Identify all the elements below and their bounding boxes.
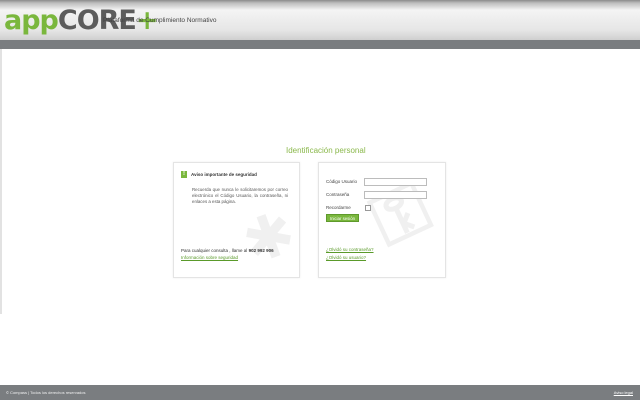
logo-app-text: app — [4, 5, 59, 36]
user-code-label: Código Usuario — [326, 179, 358, 184]
app-header: appCORE+ Plataforma de Cumplimiento Norm… — [0, 0, 640, 40]
forgot-user-link[interactable]: ¿Olvidó su usuario? — [326, 255, 366, 260]
left-edge-divider — [0, 49, 2, 314]
footer-bar: © Compass | Todos los derechos reservado… — [0, 385, 640, 400]
warning-icon: ! — [181, 171, 187, 178]
password-input[interactable] — [364, 191, 427, 199]
security-notice-panel: ✱ ! Aviso importante de seguridad Recuer… — [173, 162, 300, 278]
contact-prefix: Para cualquier consulta , llame al — [181, 248, 248, 253]
contact-phone: 902 992 906 — [248, 248, 274, 253]
legal-notice-link[interactable]: Aviso legal — [614, 390, 633, 395]
password-label: Contraseña — [326, 192, 350, 197]
app-subtitle: Plataforma de Cumplimiento Normativo — [103, 17, 217, 24]
remember-checkbox[interactable] — [365, 205, 371, 211]
login-button[interactable]: Iniciar sesión — [326, 214, 359, 222]
contact-text: Para cualquier consulta , llame al 902 9… — [181, 248, 274, 253]
login-panel: ⚿ Código Usuario Contraseña Recordarme I… — [318, 162, 446, 278]
copyright-text: © Compass | Todos los derechos reservado… — [6, 390, 86, 395]
user-code-input[interactable] — [364, 178, 427, 186]
remember-label: Recordarme — [326, 205, 351, 210]
page-title: Identificación personal — [286, 146, 366, 155]
notice-heading: Aviso importante de seguridad — [191, 172, 257, 177]
lock-watermark-icon: ✱ — [233, 196, 300, 278]
top-nav-bar — [0, 40, 640, 49]
forgot-password-link[interactable]: ¿Olvidó su contraseña? — [326, 247, 374, 252]
security-info-link[interactable]: Información sobre seguridad — [181, 255, 238, 260]
notice-body: Recuerda que nunca le solicitaremos por … — [192, 187, 288, 205]
